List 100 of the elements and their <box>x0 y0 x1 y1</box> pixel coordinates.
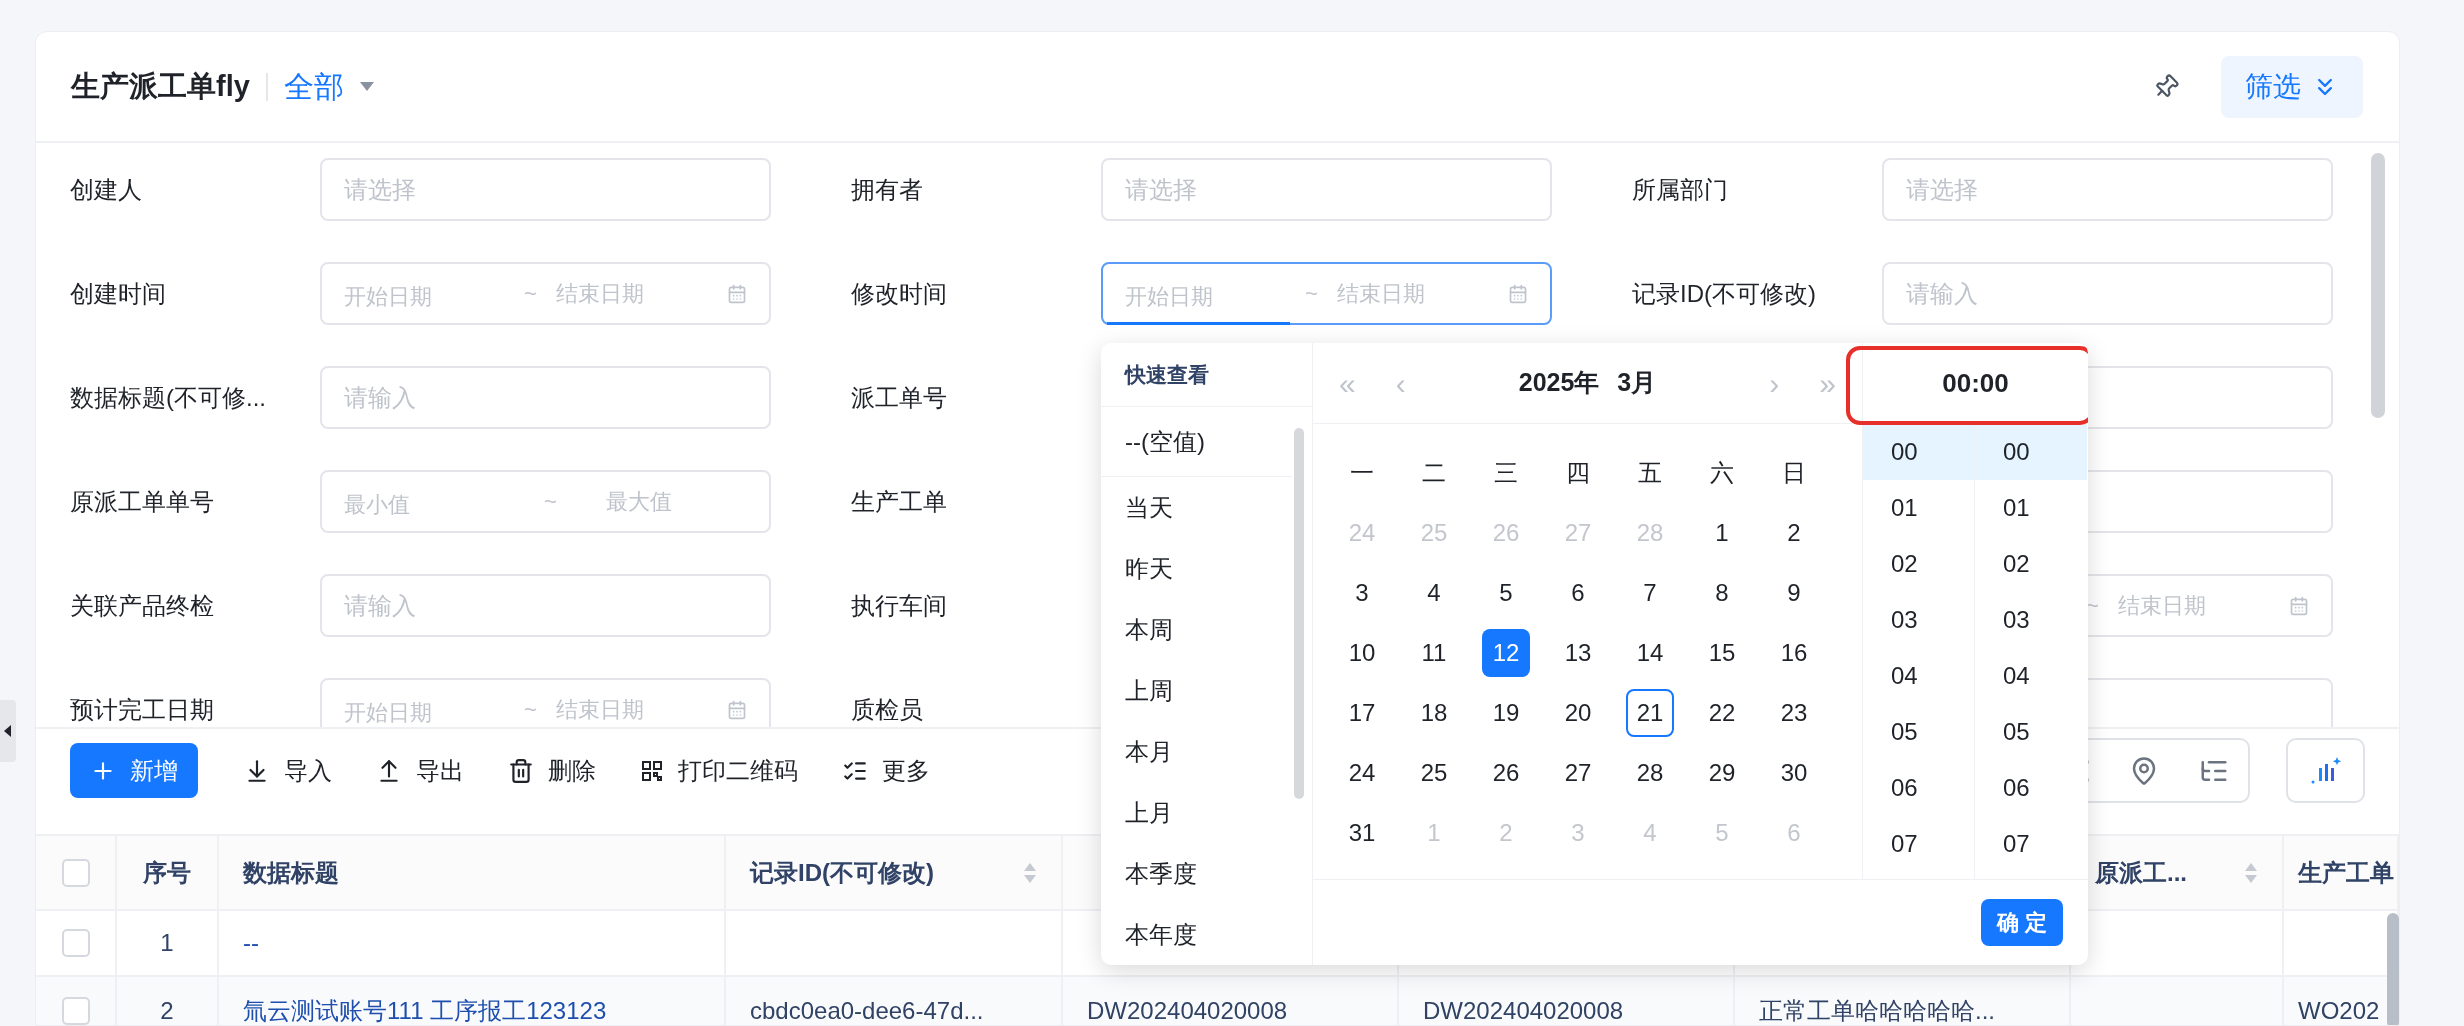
scrollbar[interactable] <box>2387 913 2399 1025</box>
range-separator: ~ <box>544 488 558 516</box>
title-link[interactable]: -- <box>243 925 259 961</box>
view-selector[interactable]: 全部 <box>283 64 374 109</box>
start-placeholder: 最小值 <box>344 490 411 516</box>
sort-icon[interactable] <box>1023 861 1037 884</box>
calendar-day[interactable]: 22 <box>1698 689 1746 737</box>
calendar-day[interactable]: 27 <box>1554 749 1602 797</box>
range-separator: ~ <box>524 696 538 724</box>
quick-option[interactable]: 当天 <box>1101 477 1292 538</box>
calendar-day[interactable]: 29 <box>1698 749 1746 797</box>
calendar-day[interactable]: 1 <box>1698 509 1746 557</box>
calendar-day[interactable]: 30 <box>1770 749 1818 797</box>
calendar-day[interactable]: 4 <box>1410 569 1458 617</box>
input-field[interactable]: 请选择 <box>1882 158 2333 221</box>
filter-label: 质检员 <box>851 695 923 723</box>
calendar-day[interactable]: 7 <box>1626 569 1674 617</box>
column-header[interactable]: 记录ID(不可修改) <box>750 854 934 891</box>
row-checkbox[interactable] <box>61 929 90 957</box>
quick-option[interactable]: 昨天 <box>1101 538 1292 599</box>
end-placeholder: 最大值 <box>606 488 673 516</box>
month-label[interactable]: 3月 <box>1617 364 1657 402</box>
column-header[interactable]: 序号 <box>143 854 191 891</box>
filter-label: 记录ID(不可修改) <box>1632 279 1816 307</box>
table-cell-text: 2 <box>160 996 174 1025</box>
toolbar-button[interactable]: 删除 <box>492 743 612 798</box>
sort-icon[interactable] <box>2244 861 2258 884</box>
input-field[interactable]: 请选择 <box>320 158 771 221</box>
calendar-day[interactable]: 9 <box>1770 569 1818 617</box>
calendar-day[interactable]: 15 <box>1698 629 1746 677</box>
time-option[interactable]: 07 <box>1863 816 1974 872</box>
table-cell-text: 1 <box>160 928 174 958</box>
time-option[interactable]: 01 <box>1863 480 1974 536</box>
calendar-day[interactable]: 17 <box>1338 689 1386 737</box>
row-checkbox[interactable] <box>61 997 90 1025</box>
weekday-label: 二 <box>1422 458 1446 488</box>
time-option[interactable]: 05 <box>1863 704 1974 760</box>
calendar-day[interactable]: 12 <box>1482 629 1530 677</box>
input-field[interactable]: 请输入 <box>320 574 771 637</box>
calendar-day[interactable]: 14 <box>1626 629 1674 677</box>
calendar-day[interactable]: 21 <box>1626 689 1674 737</box>
quick-option[interactable]: 本季度 <box>1101 843 1292 904</box>
quick-option[interactable]: 上月 <box>1101 782 1292 843</box>
calendar-day[interactable]: 20 <box>1554 689 1602 737</box>
quick-option[interactable]: 本年度 <box>1101 904 1292 965</box>
filter-label: 生产工单 <box>851 487 947 515</box>
calendar-day[interactable]: 13 <box>1554 629 1602 677</box>
toolbar-button[interactable]: 导入 <box>228 743 348 798</box>
time-option[interactable]: 07 <box>1975 816 2087 872</box>
time-option[interactable]: 00 <box>1863 424 1974 480</box>
calendar-day[interactable]: 3 <box>1338 569 1386 617</box>
calendar-day[interactable]: 18 <box>1410 689 1458 737</box>
calendar-day[interactable]: 23 <box>1770 689 1818 737</box>
column-header[interactable]: 原派工... <box>2095 854 2187 891</box>
calendar-day[interactable]: 25 <box>1410 749 1458 797</box>
calendar-day[interactable]: 5 <box>1482 569 1530 617</box>
filter-label: 所属部门 <box>1632 175 1728 203</box>
calendar-day[interactable]: 19 <box>1482 689 1530 737</box>
input-field[interactable]: 请输入 <box>1882 262 2333 325</box>
calendar-day[interactable]: 11 <box>1410 629 1458 677</box>
calendar-day[interactable]: 2 <box>1770 509 1818 557</box>
table-cell-text: WO202 <box>2298 996 2380 1025</box>
add-button[interactable]: 新增 <box>70 743 198 798</box>
calendar-day[interactable]: 31 <box>1338 809 1386 857</box>
end-placeholder: 结束日期 <box>2118 592 2207 620</box>
toolbar-button[interactable]: 打印二维码 <box>624 743 814 798</box>
calendar-day[interactable]: 8 <box>1698 569 1746 617</box>
time-option[interactable]: 04 <box>1863 648 1974 704</box>
quick-option[interactable]: 本月 <box>1101 721 1292 782</box>
sidebar-toggle[interactable] <box>0 700 16 762</box>
select-all-checkbox[interactable] <box>61 858 90 887</box>
time-option[interactable]: 06 <box>1863 760 1974 816</box>
quick-option[interactable]: 本周 <box>1101 599 1292 660</box>
time-option[interactable]: 04 <box>1975 648 2087 704</box>
calendar-day[interactable]: 10 <box>1338 629 1386 677</box>
input-field[interactable]: 请输入 <box>320 366 771 429</box>
scrollbar[interactable] <box>2371 153 2385 418</box>
input-field[interactable]: 请选择 <box>1101 158 1552 221</box>
calendar-day[interactable]: 26 <box>1482 749 1530 797</box>
calendar-day[interactable]: 16 <box>1770 629 1818 677</box>
time-option[interactable]: 00 <box>1975 424 2087 480</box>
toolbar-button[interactable]: 导出 <box>360 743 480 798</box>
confirm-button[interactable]: 确 定 <box>1980 899 2063 946</box>
time-option[interactable]: 05 <box>1975 704 2087 760</box>
year-label[interactable]: 2025年 <box>1518 364 1600 402</box>
column-header[interactable]: 数据标题 <box>243 854 339 891</box>
calendar-day[interactable]: 28 <box>1626 749 1674 797</box>
filter-button[interactable]: 筛选 <box>2221 55 2363 118</box>
calendar-day[interactable]: 24 <box>1338 749 1386 797</box>
range-separator: ~ <box>524 280 538 308</box>
column-header[interactable]: 生产工单 <box>2298 854 2394 891</box>
scrollbar[interactable] <box>1294 428 1304 799</box>
quick-view-title: 快速查看 <box>1125 361 1209 388</box>
time-option[interactable]: 01 <box>1975 480 2087 536</box>
calendar-day[interactable]: 6 <box>1554 569 1602 617</box>
quick-option[interactable]: 上周 <box>1101 660 1292 721</box>
title-link[interactable]: 氚云测试账号111 工序报工123123 <box>243 993 607 1025</box>
toolbar-button[interactable]: 更多 <box>826 743 946 798</box>
time-option[interactable]: 06 <box>1975 760 2087 816</box>
chart-button[interactable] <box>2286 738 2365 803</box>
